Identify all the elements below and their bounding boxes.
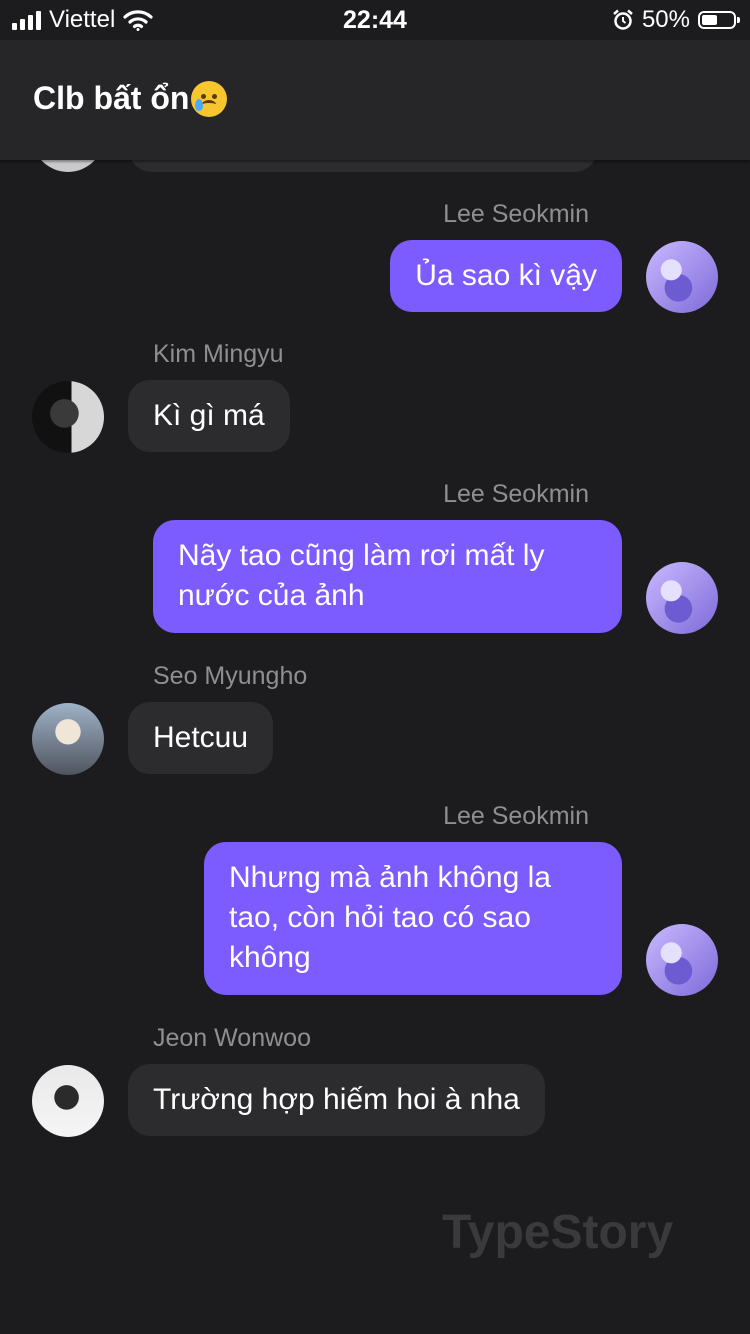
sender-name: Lee Seokmin: [443, 480, 589, 508]
sender-name: Lee Seokmin: [443, 802, 589, 830]
avatar[interactable]: [32, 381, 104, 453]
watermark-logo: TypeStory: [442, 1206, 674, 1259]
chat-title-text: Clb bất ổn: [33, 80, 190, 116]
message-bubble-incoming[interactable]: Kì gì má: [128, 380, 290, 452]
chat-title[interactable]: Clb bất ổn: [33, 80, 228, 117]
alarm-icon: [613, 9, 633, 30]
status-bar: Viettel 22:44 50%: [0, 0, 750, 40]
chat-header: Clb bất ổn: [0, 40, 750, 160]
avatar[interactable]: [646, 241, 718, 313]
sender-name: Seo Myungho: [153, 662, 308, 690]
message-bubble-outgoing[interactable]: Nhưng mà ảnh không la tao, còn hỏi tao c…: [204, 842, 622, 995]
message-bubble-incoming[interactable]: Hetcuu: [128, 702, 274, 774]
status-right: 50%: [612, 6, 740, 34]
message-bubble-incoming[interactable]: Trường hợp hiếm hoi à nha: [128, 1064, 545, 1136]
avatar[interactable]: [32, 1065, 104, 1137]
battery-icon: [698, 11, 740, 29]
message-bubble-outgoing[interactable]: Ủa sao kì vậy: [390, 240, 622, 312]
sender-name: Jeon Wonwoo: [153, 1024, 311, 1052]
sender-name: Kim Mingyu: [153, 340, 284, 368]
avatar[interactable]: [646, 562, 718, 634]
battery-percent: 50%: [641, 6, 690, 33]
crying-face-icon: [191, 80, 228, 117]
message-bubble-outgoing[interactable]: Nãy tao cũng làm rơi mất ly nước của ảnh: [153, 520, 622, 633]
avatar[interactable]: [646, 924, 718, 996]
avatar[interactable]: [32, 703, 104, 775]
sender-name: Lee Seokmin: [443, 200, 589, 228]
